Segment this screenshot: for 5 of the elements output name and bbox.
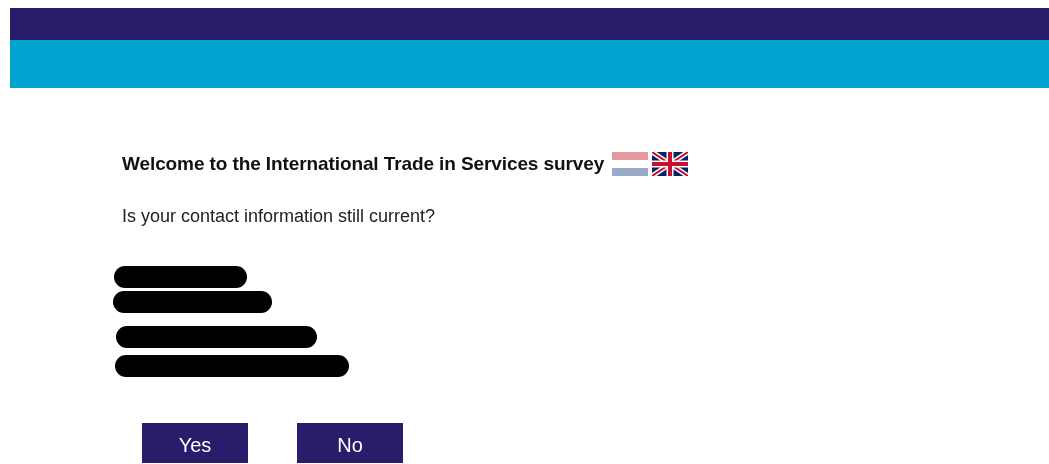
page-title: Welcome to the International Trade in Services survey	[122, 152, 605, 176]
question-text: Is your contact information still current?	[122, 204, 437, 228]
british-flag-icon[interactable]	[652, 152, 689, 177]
answer-button[interactable]: Yes	[142, 422, 248, 463]
answer-button[interactable]: No	[297, 422, 403, 463]
